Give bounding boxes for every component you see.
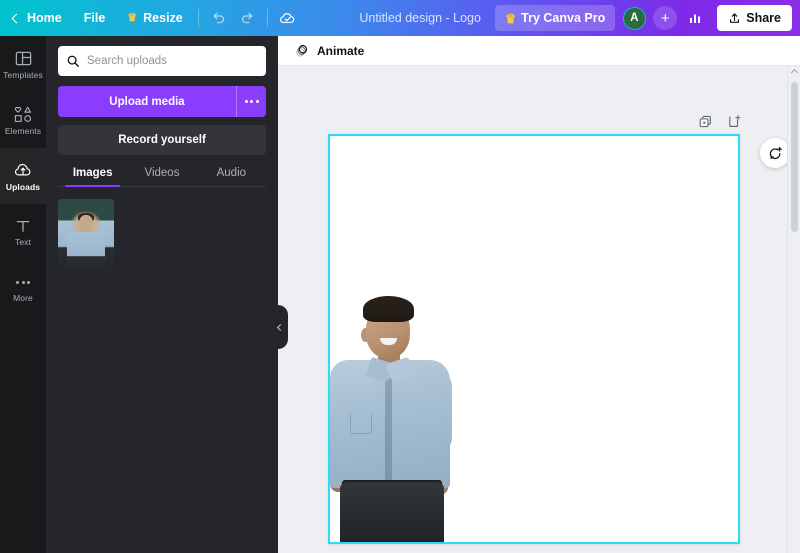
document-title[interactable]: Untitled design - Logo — [349, 11, 491, 25]
undo-icon — [213, 12, 224, 24]
cloud-saved-icon — [280, 12, 295, 23]
search-icon — [67, 55, 79, 67]
sidebar-item-text[interactable]: Text — [0, 204, 46, 260]
photo-shirt-pocket — [350, 414, 372, 434]
animate-button[interactable]: Animate — [288, 39, 370, 63]
saved-status-button[interactable] — [274, 5, 302, 31]
try-canva-pro-label: Try Canva Pro — [521, 11, 606, 25]
design-canvas-page[interactable] — [328, 134, 740, 544]
duplicate-page-icon — [699, 115, 711, 128]
editor-toolbar: Animate — [278, 36, 800, 66]
scrollbar-thumb[interactable] — [791, 82, 798, 232]
templates-icon — [15, 51, 31, 66]
record-yourself-button[interactable]: Record yourself — [58, 125, 266, 155]
bar-chart-icon — [690, 14, 701, 23]
photo-hair — [363, 296, 414, 322]
sidebar-item-label: Uploads — [5, 181, 41, 192]
insights-button[interactable] — [681, 5, 709, 31]
scroll-up-button[interactable] — [788, 66, 800, 77]
upload-media-row: Upload media — [58, 86, 266, 117]
sidebar-item-uploads[interactable]: Uploads — [0, 148, 46, 204]
uploaded-images-grid — [58, 199, 266, 273]
resize-button[interactable]: ♛ Resize — [118, 5, 191, 31]
add-comment-icon — [769, 146, 782, 159]
sidebar-item-templates[interactable]: Templates — [0, 36, 46, 92]
record-yourself-label: Record yourself — [118, 134, 206, 146]
animate-icon — [296, 44, 308, 56]
upload-options-button[interactable] — [236, 86, 266, 117]
more-dot — [244, 100, 248, 103]
sidebar-item-label: Elements — [4, 125, 42, 136]
elements-icon — [14, 106, 31, 122]
redo-icon — [241, 12, 253, 24]
header-left-group: Home File ♛ Resize — [0, 0, 302, 36]
header-divider-1 — [197, 9, 199, 27]
uploads-tabs: Images Videos Audio — [58, 167, 266, 187]
editor-area: Animate — [278, 36, 800, 553]
left-nav-rail: Templates Elements Uploads Text More — [0, 36, 46, 553]
avatar-initial: A — [622, 6, 646, 30]
more-dots-icon — [16, 273, 30, 291]
editor-scrollbar[interactable] — [787, 66, 800, 553]
upload-media-button[interactable]: Upload media — [58, 86, 236, 117]
crown-icon: ♛ — [504, 11, 517, 26]
sidebar-item-label: Text — [15, 237, 31, 248]
upload-media-label: Upload media — [109, 95, 185, 108]
more-dot — [250, 100, 253, 103]
chevron-left-icon — [11, 13, 22, 23]
canva-editor-window: Home File ♛ Resize Untitled design - Log… — [0, 0, 800, 553]
home-button[interactable]: Home — [4, 5, 71, 31]
add-comment-button[interactable] — [760, 138, 790, 168]
tab-images[interactable]: Images — [58, 167, 127, 187]
sidebar-item-elements[interactable]: Elements — [0, 92, 46, 148]
invite-member-button[interactable]: + — [653, 6, 678, 30]
sidebar-item-more[interactable]: More — [0, 260, 46, 316]
search-uploads-box[interactable] — [58, 46, 266, 76]
tab-videos[interactable]: Videos — [127, 167, 196, 186]
sidebar-item-label: Templates — [3, 69, 43, 80]
tab-label: Videos — [144, 167, 180, 179]
try-canva-pro-button[interactable]: ♛ Try Canva Pro — [494, 5, 616, 31]
add-page-button[interactable] — [727, 114, 742, 134]
share-button[interactable]: Share — [717, 5, 792, 31]
uploads-cloud-icon — [14, 163, 31, 176]
animate-label: Animate — [317, 43, 365, 58]
photo-pants — [340, 482, 444, 542]
header-divider-2 — [266, 9, 268, 27]
tab-audio[interactable]: Audio — [197, 167, 266, 186]
chevron-up-icon — [790, 68, 799, 77]
photo-shirt-placket — [385, 374, 392, 486]
share-upload-icon — [730, 12, 740, 23]
canvas-photo-element[interactable] — [330, 288, 454, 542]
text-icon — [16, 221, 30, 233]
sidebar-item-label: More — [13, 293, 33, 304]
canvas-area: + Add page — [278, 66, 800, 553]
share-label: Share — [746, 11, 781, 25]
chevron-left-icon — [276, 323, 284, 331]
add-page-icon — [729, 115, 741, 127]
file-label: File — [83, 11, 106, 25]
crown-icon: ♛ — [127, 11, 138, 24]
uploads-panel: Upload media Record yourself Images Vide… — [46, 36, 278, 553]
thumb-head — [79, 215, 93, 234]
top-header-bar: Home File ♛ Resize Untitled design - Log… — [0, 0, 800, 36]
resize-label: Resize — [143, 11, 183, 25]
avatar[interactable]: A — [619, 3, 649, 33]
search-input[interactable] — [87, 55, 258, 67]
duplicate-page-button[interactable] — [698, 114, 713, 134]
more-dot — [255, 100, 259, 103]
header-right-group: Untitled design - Logo ♛ Try Canva Pro A… — [349, 0, 800, 36]
collapse-panel-handle[interactable] — [270, 305, 288, 349]
tab-label: Images — [72, 167, 113, 179]
page-tools — [698, 114, 742, 134]
thumb-body — [66, 231, 106, 273]
home-label: Home — [27, 11, 62, 25]
redo-button[interactable] — [233, 5, 261, 31]
upload-thumbnail[interactable] — [58, 199, 114, 273]
tab-label: Audio — [216, 167, 247, 179]
file-menu-button[interactable]: File — [75, 5, 115, 31]
undo-button[interactable] — [205, 5, 233, 31]
